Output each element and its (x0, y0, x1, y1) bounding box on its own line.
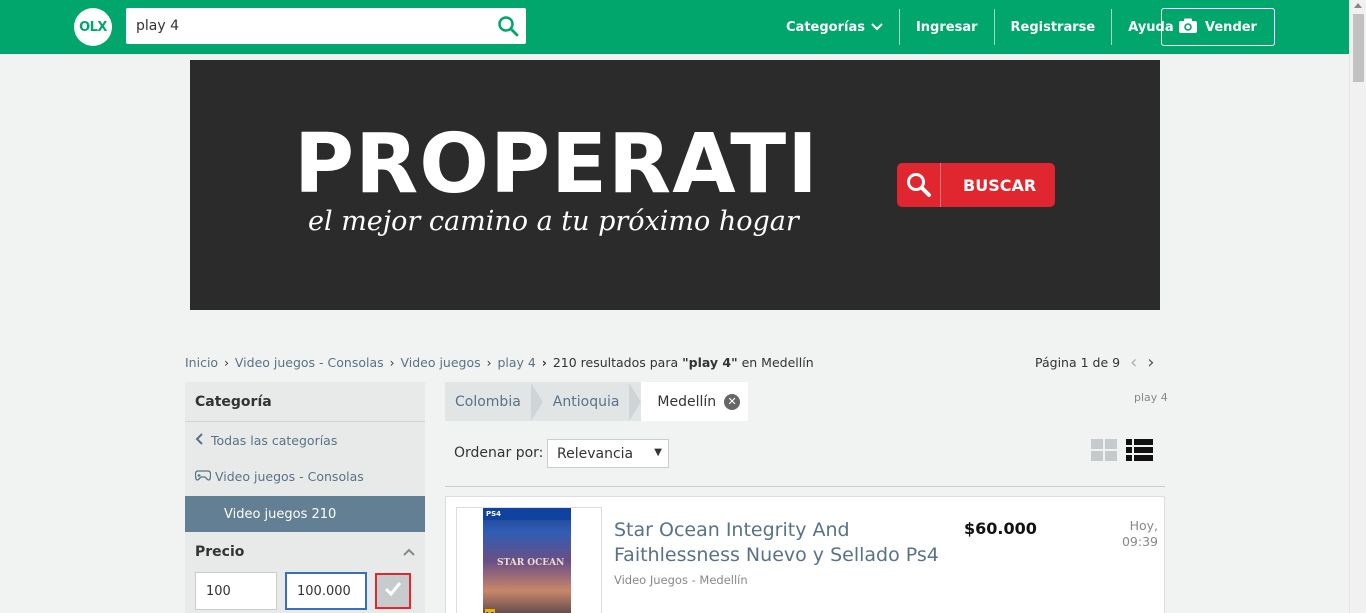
location-current: Medellín ✕ (641, 382, 749, 421)
price-range (195, 572, 411, 610)
chevron-up-icon[interactable] (403, 544, 415, 560)
result-suffix: en Medellín (737, 355, 814, 370)
properati-banner[interactable]: PROPERATI el mejor camino a tu próximo h… (190, 60, 1160, 310)
location-separator (530, 382, 543, 421)
listing-date-time: 09:39 (1121, 534, 1158, 549)
list-view-icon[interactable] (1126, 439, 1153, 462)
main-nav: Categorías Ingresar Registrarse Ayuda (770, 0, 1190, 54)
search-tag: play 4 (1134, 391, 1168, 404)
camera-icon (1179, 18, 1198, 37)
gamepad-icon (194, 469, 212, 484)
category-heading: Categoría (185, 382, 425, 422)
vender-label: Vender (1205, 19, 1257, 35)
sort-label: Ordenar por: (454, 445, 544, 461)
grid-view-icon[interactable] (1091, 439, 1117, 462)
listing-thumbnail[interactable]: PS4 STAR OCEAN 16 (456, 507, 602, 613)
search-box (126, 8, 526, 44)
price-max-input[interactable] (285, 572, 367, 610)
result-prefix: 210 resultados para (552, 355, 683, 370)
scroll-up-icon[interactable] (1354, 3, 1362, 8)
chevron-right-icon: › (541, 355, 547, 370)
location-colombia[interactable]: Colombia (445, 382, 531, 421)
vender-button[interactable]: Vender (1161, 8, 1275, 46)
listing-date-day: Hoy, (1129, 518, 1158, 533)
parent-category-link[interactable]: Video juegos - Consolas (185, 458, 425, 494)
price-min-input[interactable] (195, 572, 277, 610)
banner-subtitle: el mejor camino a tu próximo hogar (308, 206, 799, 237)
result-count: 210 resultados para "play 4" en Medellín (553, 355, 814, 370)
result-query: "play 4" (682, 355, 738, 370)
parent-category-label: Video juegos - Consolas (215, 468, 364, 484)
all-categories-label: Todas las categorías (211, 432, 338, 448)
age-rating: 16 (485, 609, 495, 613)
banner-buscar-label: BUSCAR (963, 175, 1037, 195)
page-scrollbar[interactable] (1349, 0, 1366, 613)
listing-item[interactable]: PS4 STAR OCEAN 16 Star Ocean Integrity A… (445, 496, 1165, 613)
sort-select[interactable]: Relevancia ▼ (547, 439, 669, 468)
page-indicator: Página 1 de 9 (1035, 355, 1121, 370)
all-categories-link[interactable]: Todas las categorías (185, 422, 425, 458)
search-input[interactable] (126, 8, 486, 44)
chevron-left-icon (195, 432, 203, 448)
price-heading: Precio (195, 544, 245, 560)
nav-categorias[interactable]: Categorías (770, 9, 899, 45)
search-icon (897, 163, 941, 207)
location-current-label: Medellín (657, 393, 717, 410)
location-separator (629, 382, 642, 421)
chevron-down-icon (871, 20, 883, 35)
scrollbar-thumb[interactable] (1353, 14, 1364, 82)
listing-price: $60.000 (964, 519, 1037, 538)
listing-title[interactable]: Star Ocean Integrity And Faithlessness N… (614, 518, 954, 568)
divider (445, 486, 1165, 487)
nav-ingresar[interactable]: Ingresar (900, 9, 994, 45)
next-page-icon[interactable]: › (1147, 353, 1154, 371)
listing-date: Hoy, 09:39 (1106, 518, 1158, 550)
apply-price-button[interactable] (375, 573, 411, 609)
price-filter-header[interactable]: Precio (185, 532, 425, 572)
active-category[interactable]: Video juegos 210 (185, 496, 425, 532)
breadcrumb-item-video-juegos[interactable]: Video juegos (400, 355, 480, 370)
sort-selected: Relevancia (557, 445, 634, 462)
listing-meta: Video Juegos - Medellín (614, 573, 748, 587)
game-logo: STAR OCEAN (497, 558, 565, 568)
close-icon[interactable]: ✕ (724, 393, 741, 410)
chevron-right-icon: › (486, 355, 492, 370)
top-bar: OLX Categorías Ingresar Registrarse Ayud… (0, 0, 1366, 54)
breadcrumb: Inicio › Video juegos - Consolas › Video… (185, 355, 814, 370)
breadcrumb-item-inicio[interactable]: Inicio (185, 355, 218, 370)
nav-registrarse[interactable]: Registrarse (995, 9, 1112, 45)
chevron-right-icon: › (224, 355, 229, 370)
pagination: Página 1 de 9 ‹ › (1035, 353, 1154, 371)
location-filter: Colombia Antioquia Medellín ✕ (445, 382, 749, 421)
breadcrumb-item-video-juegos-consolas[interactable]: Video juegos - Consolas (235, 355, 384, 370)
checkmark-icon (384, 581, 402, 602)
prev-page-icon[interactable]: ‹ (1130, 353, 1137, 371)
filter-sidebar: Categoría Todas las categorías Video jue… (185, 382, 425, 613)
caret-down-icon: ▼ (654, 447, 662, 458)
chevron-right-icon: › (389, 355, 395, 370)
nav-categorias-label: Categorías (786, 19, 865, 35)
banner-buscar-button[interactable]: BUSCAR (897, 163, 1055, 207)
olx-logo[interactable]: OLX (74, 8, 112, 46)
ps4-badge: PS4 (483, 508, 571, 520)
search-icon[interactable] (496, 14, 520, 38)
banner-title: PROPERATI (294, 117, 819, 212)
location-antioquia[interactable]: Antioquia (543, 382, 630, 421)
listing-image: PS4 STAR OCEAN 16 (483, 508, 571, 613)
breadcrumb-item-query[interactable]: play 4 (497, 355, 535, 370)
